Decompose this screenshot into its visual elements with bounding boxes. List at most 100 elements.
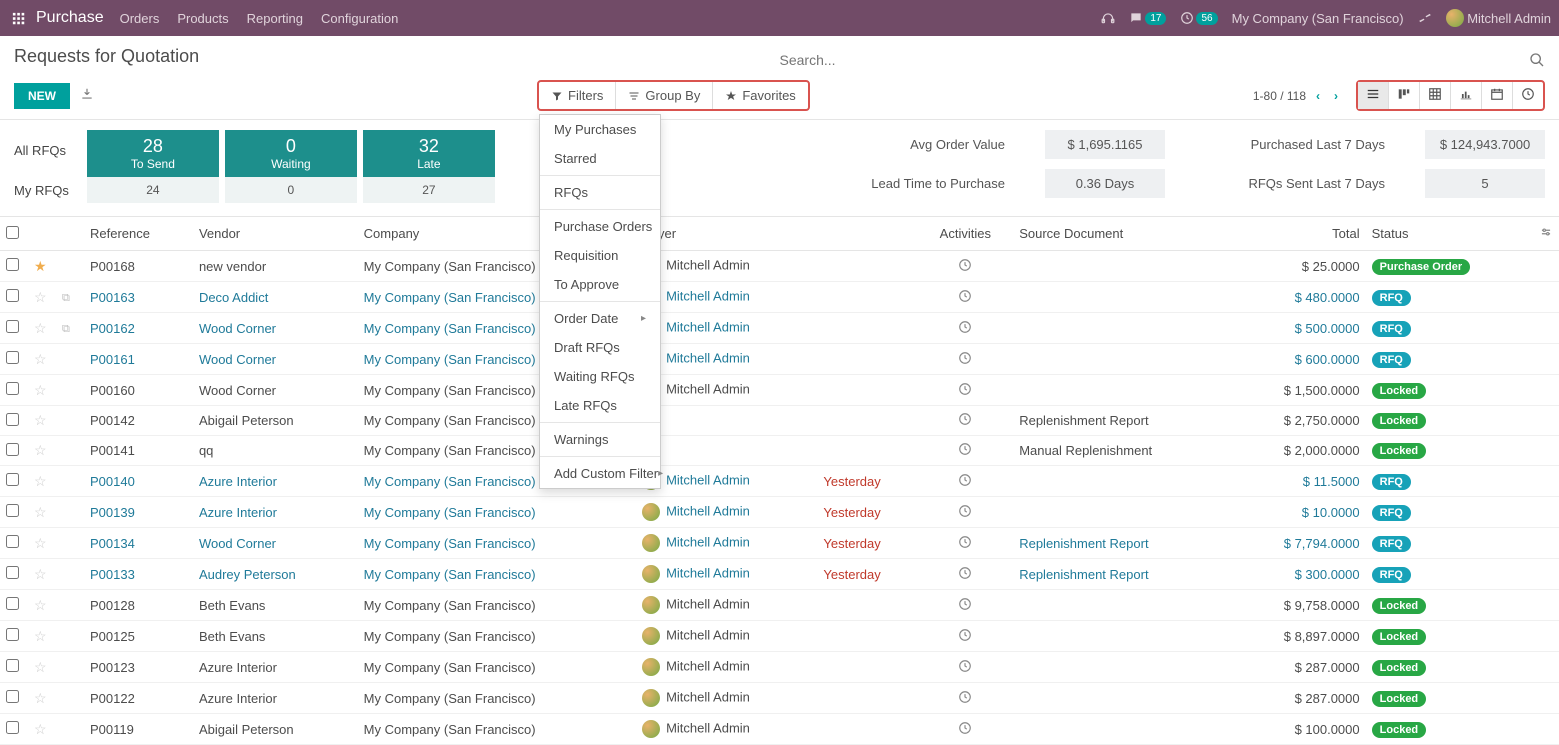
table-row[interactable]: ☆P00119Abigail PetersonMy Company (San F… xyxy=(0,714,1559,745)
row-checkbox[interactable] xyxy=(6,443,19,456)
cell-activity[interactable] xyxy=(917,406,1013,436)
pager-next[interactable]: › xyxy=(1330,89,1342,103)
row-checkbox[interactable] xyxy=(6,258,19,271)
row-checkbox[interactable] xyxy=(6,628,19,641)
col-activities[interactable]: Activities xyxy=(917,217,1013,251)
menu-products[interactable]: Products xyxy=(177,11,228,26)
filter-item-warnings[interactable]: Warnings xyxy=(540,425,660,454)
row-checkbox[interactable] xyxy=(6,351,19,364)
table-row[interactable]: ☆P00122Azure InteriorMy Company (San Fra… xyxy=(0,683,1559,714)
menu-reporting[interactable]: Reporting xyxy=(247,11,303,26)
search-input[interactable] xyxy=(780,46,1546,74)
star-icon[interactable]: ★ xyxy=(34,258,47,274)
cell-activity[interactable] xyxy=(917,652,1013,683)
menu-configuration[interactable]: Configuration xyxy=(321,11,398,26)
row-checkbox[interactable] xyxy=(6,535,19,548)
table-row[interactable]: ☆P00140Azure InteriorMy Company (San Fra… xyxy=(0,466,1559,497)
table-row[interactable]: ☆P00128Beth EvansMy Company (San Francis… xyxy=(0,590,1559,621)
table-row[interactable]: ☆⧉P00162Wood CornerMy Company (San Franc… xyxy=(0,313,1559,344)
view-calendar-icon[interactable] xyxy=(1481,82,1512,109)
filter-item-to-approve[interactable]: To Approve xyxy=(540,270,660,299)
cell-activity[interactable] xyxy=(917,590,1013,621)
table-row[interactable]: ☆P00123Azure InteriorMy Company (San Fra… xyxy=(0,652,1559,683)
cell-activity[interactable] xyxy=(917,559,1013,590)
row-checkbox[interactable] xyxy=(6,721,19,734)
cell-activity[interactable] xyxy=(917,683,1013,714)
view-activity-icon[interactable] xyxy=(1512,82,1543,109)
app-brand[interactable]: Purchase xyxy=(36,9,104,27)
cell-activity[interactable] xyxy=(917,621,1013,652)
chat-icon[interactable]: 17 xyxy=(1129,11,1166,25)
filter-item-rfqs[interactable]: RFQs xyxy=(540,178,660,207)
row-checkbox[interactable] xyxy=(6,566,19,579)
all-rfqs-label[interactable]: All RFQs xyxy=(14,130,69,170)
table-row[interactable]: ☆P00160Wood CornerMy Company (San Franci… xyxy=(0,375,1559,406)
tile-to-send[interactable]: 28To Send24 xyxy=(87,130,219,203)
column-options-icon[interactable] xyxy=(1533,217,1559,251)
copy-icon[interactable]: ⧉ xyxy=(62,323,70,335)
cell-activity[interactable] xyxy=(917,344,1013,375)
table-row[interactable]: ☆⧉P00163Deco AddictMy Company (San Franc… xyxy=(0,282,1559,313)
row-checkbox[interactable] xyxy=(6,413,19,426)
view-kanban-icon[interactable] xyxy=(1388,82,1419,109)
company-switcher[interactable]: My Company (San Francisco) xyxy=(1232,11,1404,26)
cell-activity[interactable] xyxy=(917,714,1013,745)
cell-activity[interactable] xyxy=(917,497,1013,528)
star-icon[interactable]: ☆ xyxy=(34,473,47,489)
filter-item-requisition[interactable]: Requisition xyxy=(540,241,660,270)
star-icon[interactable]: ☆ xyxy=(34,535,47,551)
table-row[interactable]: ☆P00134Wood CornerMy Company (San Franci… xyxy=(0,528,1559,559)
favorites-button[interactable]: Favorites xyxy=(712,82,807,109)
row-checkbox[interactable] xyxy=(6,473,19,486)
filter-item-my-purchases[interactable]: My Purchases xyxy=(540,115,660,144)
table-row[interactable]: ☆P00139Azure InteriorMy Company (San Fra… xyxy=(0,497,1559,528)
col-reference[interactable]: Reference xyxy=(84,217,193,251)
table-row[interactable]: ★P00168new vendorMy Company (San Francis… xyxy=(0,251,1559,282)
view-pivot-icon[interactable] xyxy=(1419,82,1450,109)
support-icon[interactable] xyxy=(1101,11,1115,25)
row-checkbox[interactable] xyxy=(6,289,19,302)
row-checkbox[interactable] xyxy=(6,504,19,517)
star-icon[interactable]: ☆ xyxy=(34,382,47,398)
star-icon[interactable]: ☆ xyxy=(34,351,47,367)
cell-activity[interactable] xyxy=(917,375,1013,406)
cell-activity[interactable] xyxy=(917,251,1013,282)
cell-activity[interactable] xyxy=(917,528,1013,559)
view-graph-icon[interactable] xyxy=(1450,82,1481,109)
row-checkbox[interactable] xyxy=(6,382,19,395)
row-checkbox[interactable] xyxy=(6,690,19,703)
table-row[interactable]: ☆P00133Audrey PetersonMy Company (San Fr… xyxy=(0,559,1559,590)
debug-icon[interactable] xyxy=(1418,11,1432,25)
tile-waiting[interactable]: 0Waiting0 xyxy=(225,130,357,203)
select-all-checkbox[interactable] xyxy=(6,226,19,239)
filter-item-purchase-orders[interactable]: Purchase Orders xyxy=(540,212,660,241)
filter-item-draft-rfqs[interactable]: Draft RFQs xyxy=(540,333,660,362)
star-icon[interactable]: ☆ xyxy=(34,690,47,706)
my-rfqs-label[interactable]: My RFQs xyxy=(14,170,69,210)
new-button[interactable]: NEW xyxy=(14,83,70,109)
activity-icon[interactable]: 56 xyxy=(1180,11,1217,25)
star-icon[interactable]: ☆ xyxy=(34,566,47,582)
filter-item-starred[interactable]: Starred xyxy=(540,144,660,173)
col-source[interactable]: Source Document xyxy=(1013,217,1232,251)
star-icon[interactable]: ☆ xyxy=(34,659,47,675)
view-list-icon[interactable] xyxy=(1358,82,1388,109)
star-icon[interactable]: ☆ xyxy=(34,721,47,737)
row-checkbox[interactable] xyxy=(6,659,19,672)
star-icon[interactable]: ☆ xyxy=(34,289,47,305)
cell-activity[interactable] xyxy=(917,282,1013,313)
filter-item-order-date[interactable]: Order Date▸ xyxy=(540,304,660,333)
star-icon[interactable]: ☆ xyxy=(34,442,47,458)
col-buyer[interactable]: Buyer xyxy=(636,217,817,251)
table-row[interactable]: ☆P00125Beth EvansMy Company (San Francis… xyxy=(0,621,1559,652)
copy-icon[interactable]: ⧉ xyxy=(62,292,70,304)
star-icon[interactable]: ☆ xyxy=(34,320,47,336)
cell-activity[interactable] xyxy=(917,313,1013,344)
table-row[interactable]: ☆P00142Abigail PetersonMy Company (San F… xyxy=(0,406,1559,436)
search-icon[interactable] xyxy=(1529,52,1545,73)
star-icon[interactable]: ☆ xyxy=(34,504,47,520)
download-icon[interactable] xyxy=(80,87,94,104)
filter-item-late-rfqs[interactable]: Late RFQs xyxy=(540,391,660,420)
col-status[interactable]: Status xyxy=(1366,217,1533,251)
cell-activity[interactable] xyxy=(917,466,1013,497)
